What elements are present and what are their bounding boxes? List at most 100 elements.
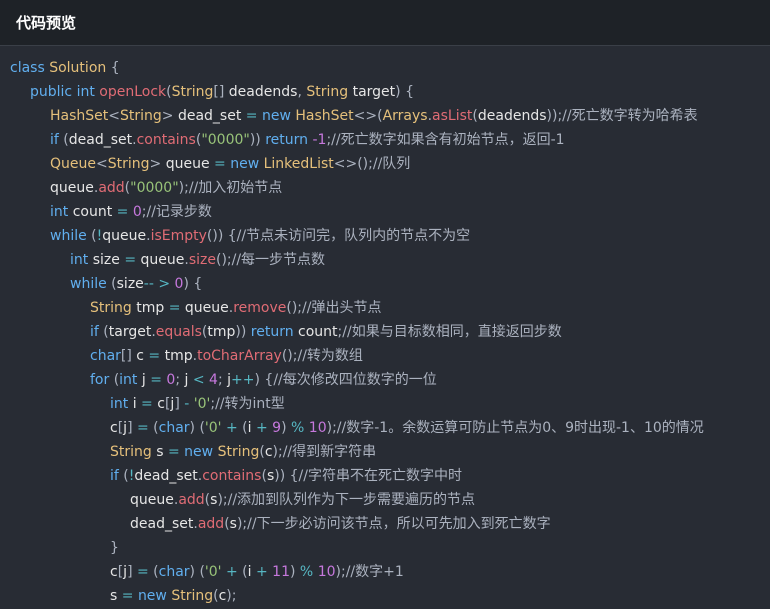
code-token: 0 <box>132 204 142 220</box>
code-token: //每次修改四位数字的一位 <box>273 372 437 388</box>
code-block[interactable]: class Solution {public int openLock(Stri… <box>0 56 770 608</box>
code-token: % <box>291 420 309 436</box>
code-token: queue <box>165 156 210 172</box>
code-token: dead_set <box>130 516 194 532</box>
code-line: s = new String(c); <box>0 584 770 608</box>
code-line: c[j] = (char) ('0' + (i + 9) % 10);//数字-… <box>0 416 770 440</box>
code-token: asList <box>432 108 473 124</box>
code-token: count <box>298 324 338 340</box>
code-line: while (!queue.isEmpty()) {//节点未访问完，队列内的节… <box>0 224 770 248</box>
code-token: String <box>90 300 132 316</box>
code-token: -1 <box>312 132 327 148</box>
code-token: add <box>98 180 125 196</box>
code-token: ); <box>178 180 189 196</box>
code-token: < <box>96 156 108 172</box>
code-token: char <box>90 348 121 364</box>
code-token: ; <box>175 372 185 388</box>
code-token: //字符串不在死亡数字中时 <box>298 468 462 484</box>
code-token: c <box>136 348 144 364</box>
code-token: //添加到队列作为下一步需要遍历的节点 <box>227 492 476 508</box>
code-token: "0000" <box>201 132 250 148</box>
code-token: 9 <box>272 420 282 436</box>
code-token: size <box>188 252 216 268</box>
code-token: 10 <box>308 420 327 436</box>
code-token: ( <box>58 132 69 148</box>
code-token: contains <box>136 132 196 148</box>
code-token: //死亡数字转为哈希表 <box>562 108 698 124</box>
code-token: '0' <box>193 396 211 412</box>
code-token: String <box>120 108 162 124</box>
code-token: HashSet <box>295 108 354 124</box>
code-token: )); <box>546 108 563 124</box>
code-line: Queue<String> queue = new LinkedList<>()… <box>0 152 770 176</box>
code-token: + <box>221 564 243 580</box>
code-token: = <box>112 204 133 220</box>
code-token: for <box>90 372 110 388</box>
code-token: String <box>110 444 152 460</box>
code-token: new <box>261 108 291 124</box>
code-token: deadends <box>477 108 547 124</box>
code-line: char[] c = tmp.toCharArray();//转为数组 <box>0 344 770 368</box>
code-token: //得到新字符串 <box>282 444 377 460</box>
code-token: ); <box>236 516 248 532</box>
code-line: if (target.equals(tmp)) return count;//如… <box>0 320 770 344</box>
code-token: //每一步节点数 <box>231 252 326 268</box>
code-token: = <box>241 108 262 124</box>
code-token: s <box>229 516 237 532</box>
code-token: { <box>106 60 120 76</box>
code-token: > <box>161 108 178 124</box>
code-token: //节点未访问完，队列内的节点不为空 <box>236 228 471 244</box>
code-token: = <box>117 588 138 604</box>
code-line: String s = new String(c);//得到新字符串 <box>0 440 770 464</box>
code-token: int <box>110 396 129 412</box>
code-line: for (int j = 0; j < 4; j++) {//每次修改四位数字的… <box>0 368 770 392</box>
code-token: //记录步数 <box>146 204 212 220</box>
code-line: public int openLock(String[] deadends, S… <box>0 80 770 104</box>
code-token: 11 <box>272 564 290 580</box>
code-token: return <box>250 324 294 340</box>
code-token: size <box>92 252 120 268</box>
code-token: > <box>149 156 166 172</box>
code-token: queue <box>184 300 229 316</box>
code-token: = <box>145 372 167 388</box>
code-token: ( <box>98 324 109 340</box>
code-token: int <box>76 84 95 100</box>
code-token: c <box>264 444 273 460</box>
code-line: queue.add("0000");//加入初始节点 <box>0 176 770 200</box>
code-token: -- > <box>143 276 175 292</box>
code-token: 4 <box>209 372 218 388</box>
code-token: ()) { <box>206 228 237 244</box>
code-token: 0 <box>166 372 176 388</box>
code-token: - <box>184 396 194 412</box>
code-token: //下一步必访问该节点，所以可先加入到死亡数字 <box>247 516 551 532</box>
code-token: while <box>50 228 87 244</box>
code-token: c <box>110 420 118 436</box>
code-line: int size = queue.size();//每一步节点数 <box>0 248 770 272</box>
code-token: [] <box>213 84 229 100</box>
code-token: if <box>90 324 99 340</box>
code-token: int <box>70 252 89 268</box>
code-preview-panel: 代码预览 class Solution {public int openLock… <box>0 0 770 609</box>
code-token: ( <box>109 372 120 388</box>
code-token: (); <box>215 252 232 268</box>
code-token: (); <box>286 300 303 316</box>
panel-title: 代码预览 <box>16 14 77 32</box>
code-token: < <box>108 108 120 124</box>
code-token: return <box>265 132 309 148</box>
code-token: count <box>72 204 113 220</box>
code-token: String <box>217 444 260 460</box>
code-token: //加入初始节点 <box>188 180 283 196</box>
code-token: new <box>184 444 214 460</box>
code-token: target <box>108 324 152 340</box>
code-token: '0' <box>204 564 222 580</box>
code-token: ); <box>226 588 237 604</box>
code-token: ); <box>335 564 346 580</box>
code-token: tmp <box>136 300 165 316</box>
code-token: //转为数组 <box>297 348 363 364</box>
code-token: String <box>171 588 214 604</box>
code-token: = <box>209 156 231 172</box>
code-token: ) { <box>254 372 274 388</box>
code-token: dead_set <box>134 468 198 484</box>
code-token: ) <box>290 564 300 580</box>
code-token: ) { <box>183 276 203 292</box>
